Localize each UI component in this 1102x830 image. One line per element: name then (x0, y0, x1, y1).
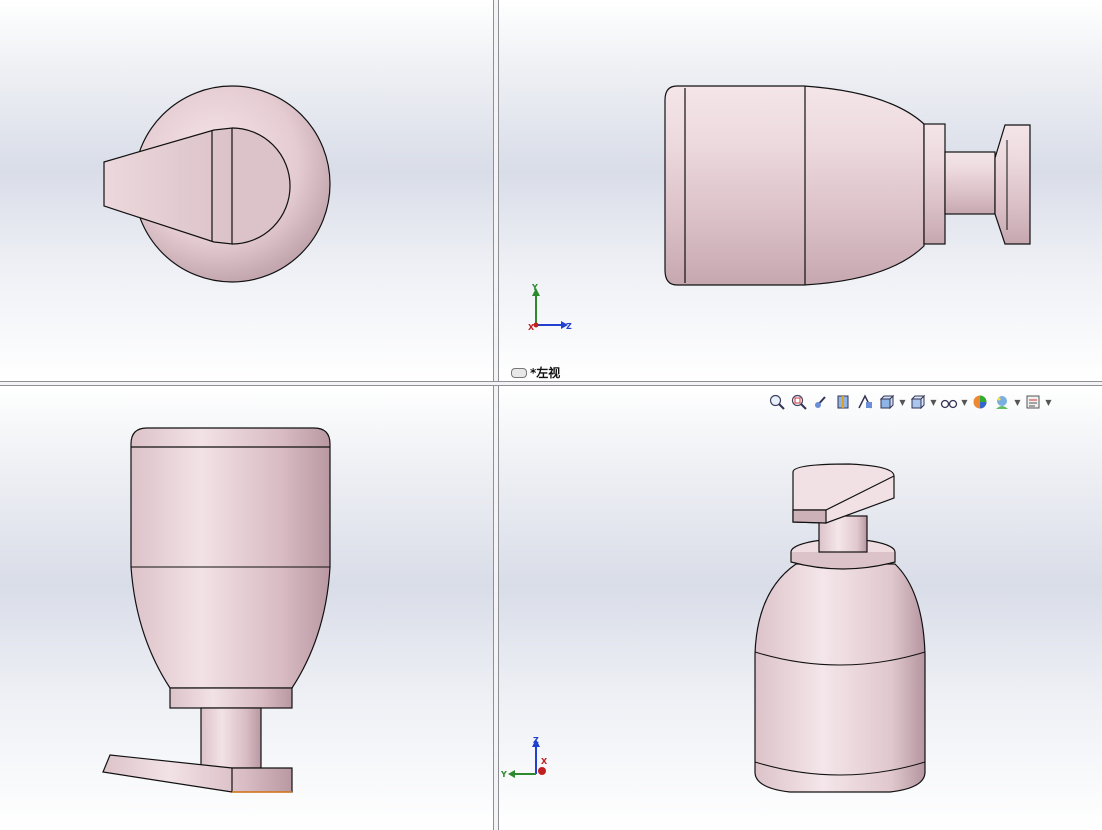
view-orientation-icon[interactable] (876, 392, 898, 412)
collar-front (169, 687, 293, 709)
left-view-model[interactable]: Y X Z (499, 0, 1102, 381)
triad-label-y: Y (531, 283, 538, 292)
stem-front (200, 707, 262, 769)
heads-up-view-toolbar: ▼ ▼ ▼ ▼ ▼ (766, 392, 1053, 412)
view-name-label: *左视 (511, 364, 560, 381)
dynamic-annotation-icon[interactable] (854, 392, 876, 412)
apply-scene-icon[interactable] (991, 392, 1013, 412)
coordinate-triad: Y X Z (528, 283, 572, 332)
collar-side (923, 123, 946, 245)
bottle-body-iso (754, 563, 926, 793)
pump-head-side (994, 124, 1031, 245)
viewport-isometric[interactable]: Z Y X ▼ ▼ ▼ ▼ ▼ (499, 386, 1102, 830)
link-views-icon[interactable] (511, 367, 527, 378)
viewport-front[interactable] (0, 386, 493, 830)
display-style-icon[interactable] (907, 392, 929, 412)
viewport-top[interactable] (0, 0, 493, 381)
viewport-left[interactable]: Y X Z *左视 (499, 0, 1102, 381)
hide-show-items-dropdown[interactable]: ▼ (960, 392, 969, 412)
view-settings-dropdown[interactable]: ▼ (1044, 392, 1053, 412)
front-view-model[interactable] (0, 386, 493, 830)
zoom-to-fit-icon[interactable] (766, 392, 788, 412)
apply-scene-dropdown[interactable]: ▼ (1013, 392, 1022, 412)
view-name-text: *左视 (530, 366, 561, 380)
triad-label-x: X (528, 323, 535, 332)
viewport-splitter-vertical[interactable] (493, 0, 499, 830)
triad-iso-label-z: Z (533, 736, 539, 745)
viewport-splitter-horizontal[interactable] (0, 381, 1102, 386)
display-style-dropdown[interactable]: ▼ (929, 392, 938, 412)
spout-top (103, 127, 233, 245)
top-view-model[interactable] (0, 0, 493, 381)
view-orientation-dropdown[interactable]: ▼ (898, 392, 907, 412)
triad-iso-label-y: Y (500, 770, 507, 779)
zoom-to-area-icon[interactable] (788, 392, 810, 412)
previous-view-icon[interactable] (810, 392, 832, 412)
hide-show-items-icon[interactable] (938, 392, 960, 412)
stem-side (944, 151, 996, 215)
triad-label-z: Z (566, 322, 572, 331)
bottle-body-front (130, 427, 331, 689)
bottle-body-side (664, 85, 925, 286)
triad-iso-label-x: X (541, 757, 548, 766)
edit-appearance-icon[interactable] (969, 392, 991, 412)
pump-head-front (102, 754, 293, 793)
isometric-view-model[interactable]: Z Y X (499, 386, 1102, 830)
view-settings-icon[interactable] (1022, 392, 1044, 412)
coordinate-triad-iso: Z Y X (500, 736, 548, 779)
section-view-icon[interactable] (832, 392, 854, 412)
